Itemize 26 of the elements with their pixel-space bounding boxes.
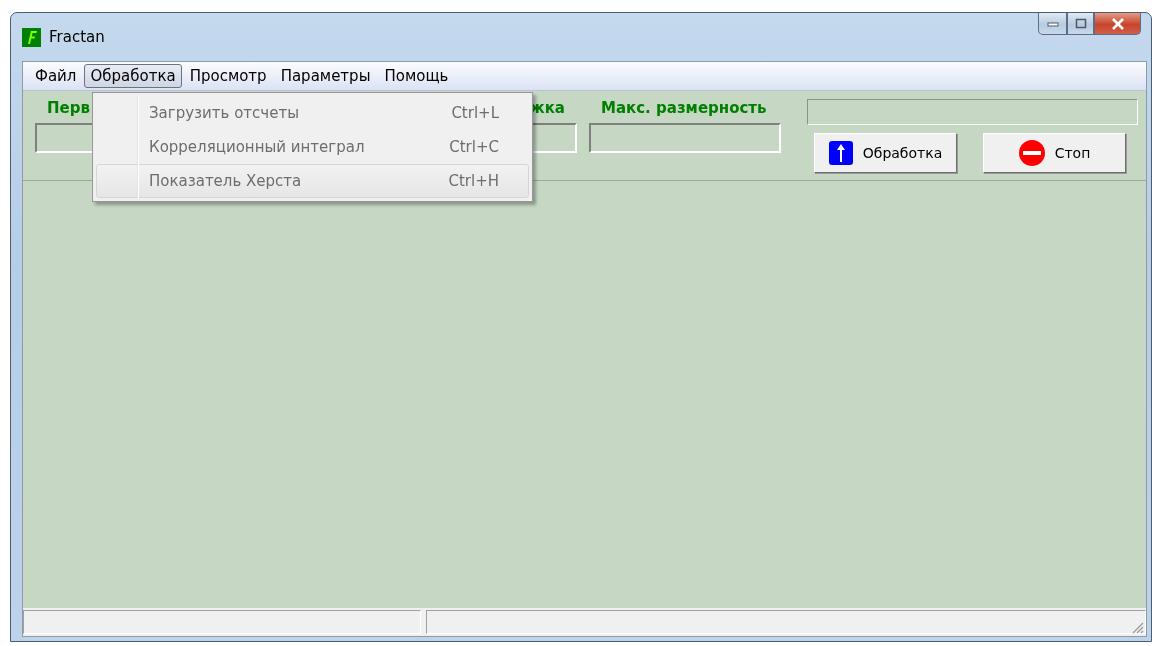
- menu-option-label: Загрузить отсчеты: [149, 104, 299, 122]
- menu-option-label: Показатель Херста: [149, 172, 302, 190]
- input-field[interactable]: [589, 123, 781, 153]
- field-label: Перв: [46, 99, 91, 117]
- maximize-button[interactable]: [1067, 13, 1094, 35]
- minimize-icon: [1046, 20, 1059, 27]
- menu-item[interactable]: Параметры: [274, 64, 377, 88]
- maximize-icon: [1074, 18, 1087, 29]
- shortcut-label: Ctrl+L: [451, 104, 499, 122]
- resize-grip-icon[interactable]: [1130, 620, 1144, 634]
- shortcut-label: Ctrl+C: [449, 138, 499, 156]
- process-button[interactable]: Обработка: [814, 133, 957, 173]
- close-icon: [1110, 17, 1125, 30]
- menu-item[interactable]: Помощь: [378, 64, 455, 88]
- menu-item[interactable]: Файл: [29, 64, 83, 88]
- shortcut-label: Ctrl+H: [448, 172, 499, 190]
- close-button[interactable]: [1094, 13, 1141, 35]
- menu-item[interactable]: Просмотр: [183, 64, 273, 88]
- minimize-button[interactable]: [1038, 13, 1067, 35]
- stop-button[interactable]: Стоп: [983, 133, 1126, 173]
- menu-item[interactable]: Обработка: [84, 64, 182, 88]
- window-title: Fractan: [49, 28, 105, 46]
- field-label: Макс. размерность: [600, 99, 768, 117]
- menu-option-label: Корреляционный интеграл: [149, 138, 365, 156]
- stop-icon: [1018, 140, 1045, 166]
- app-logo-icon: [22, 27, 41, 47]
